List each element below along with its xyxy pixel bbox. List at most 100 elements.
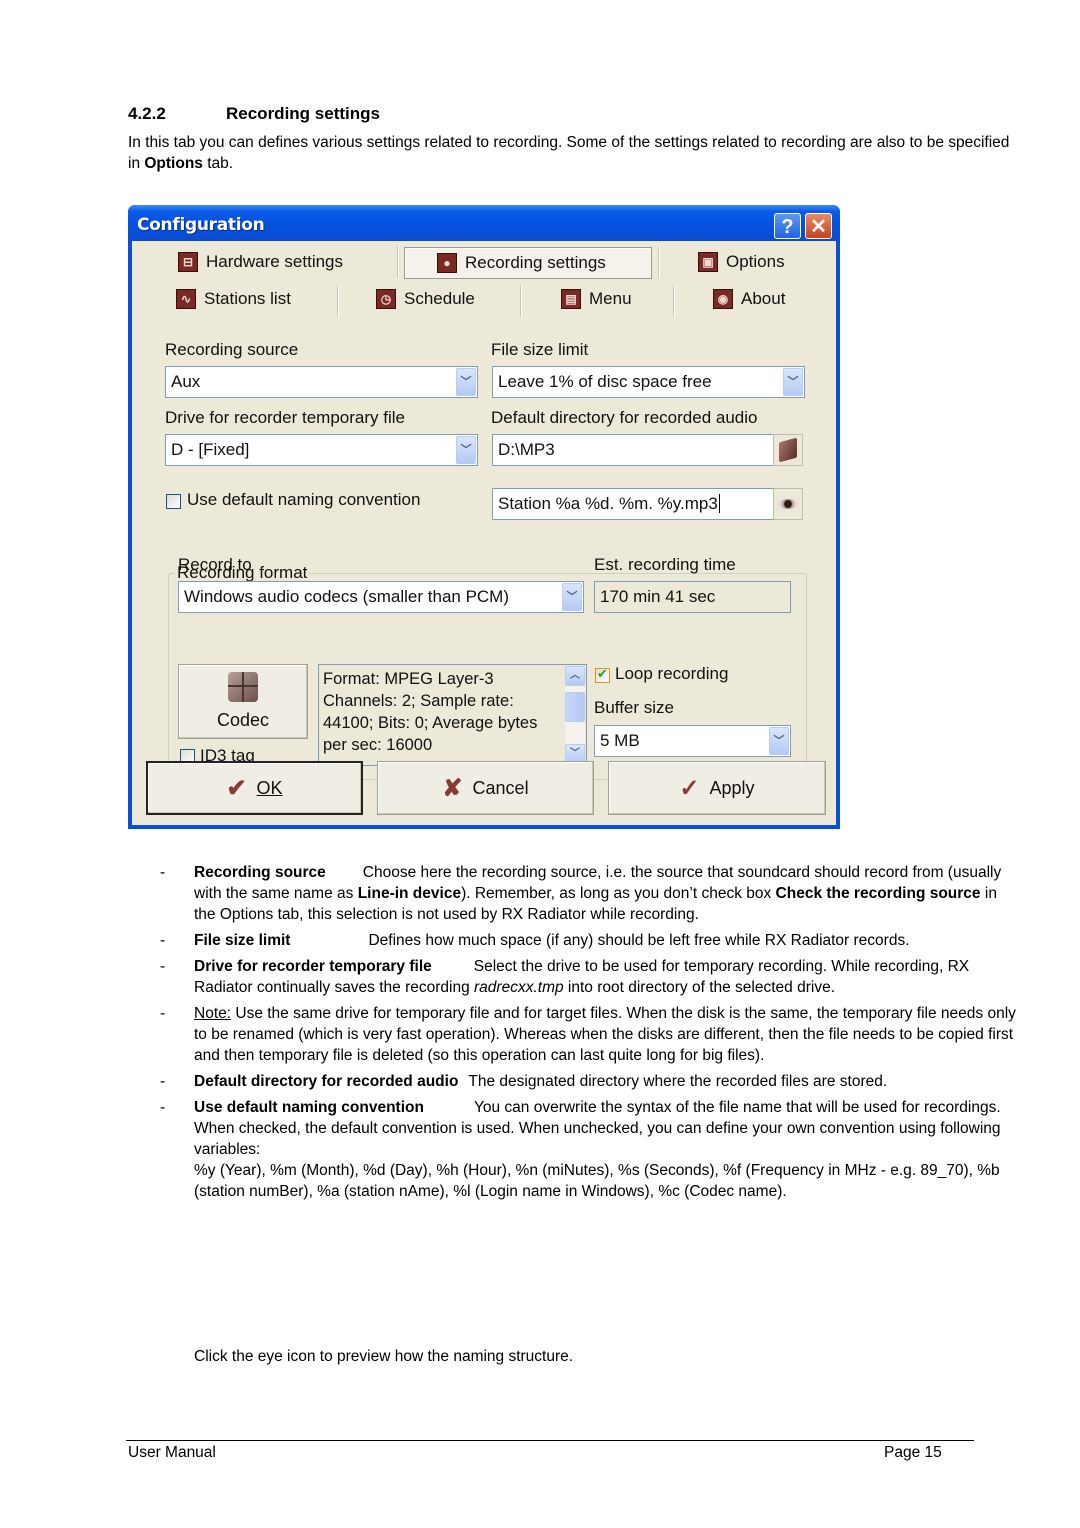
tab-label: Recording settings (465, 253, 606, 272)
naming-pattern-value: Station %a %d. %m. %y.mp3 (498, 494, 718, 513)
tab-divider (337, 285, 339, 317)
file-size-limit-value: Leave 1% of disc space free (498, 372, 712, 391)
item-text: Defines how much space (if any) should b… (368, 932, 910, 949)
tab-about[interactable]: ◉ About (713, 283, 785, 315)
tab-menu[interactable]: ▤ Menu (561, 283, 632, 315)
record-to-label: Record to (178, 555, 252, 574)
tab-label: Schedule (404, 289, 475, 308)
double-check-icon: ✔ (226, 774, 247, 802)
naming-convention-checkbox[interactable] (166, 494, 181, 509)
tab-hardware-settings[interactable]: ⊟ Hardware settings (178, 246, 343, 278)
intro-text: In this tab you can defines various sett… (128, 134, 1010, 172)
tab-label: Stations list (204, 289, 291, 308)
footer-title: User Manual (128, 1444, 216, 1461)
recording-source-select[interactable]: Aux ﹀ (165, 366, 478, 398)
item-text: into root directory of the selected driv… (563, 979, 835, 996)
codec-label: Codec (216, 710, 270, 730)
preview-eye-button[interactable] (773, 488, 803, 520)
loop-recording-label: Loop recording (615, 664, 729, 683)
folder-icon (779, 437, 797, 463)
page-number: Page 15 (884, 1444, 942, 1461)
item-italic: radrecxx.tmp (474, 979, 564, 996)
record-to-select[interactable]: Windows audio codecs (smaller than PCM) … (178, 581, 584, 613)
section-number: 4.2.2 (128, 104, 166, 123)
codec-button[interactable]: Codec (178, 664, 308, 739)
item-term: Use default naming convention (194, 1099, 424, 1116)
chevron-down-icon[interactable]: ﹀ (456, 368, 476, 396)
item-bold: Line-in device (357, 885, 462, 902)
loop-recording-checkbox[interactable] (595, 666, 610, 683)
chevron-down-icon[interactable]: ﹀ (562, 583, 582, 611)
list-item: - Drive for recorder temporary file Selec… (160, 958, 970, 996)
tab-divider (658, 246, 660, 278)
section-title: Recording settings (226, 104, 380, 123)
item-term: File size limit (194, 932, 291, 949)
tab-recording-settings[interactable]: ● Recording settings (404, 247, 652, 279)
est-time-value: 170 min 41 sec (600, 587, 716, 606)
scroll-thumb[interactable] (565, 692, 585, 722)
item-text: Use the same drive for temporary file an… (194, 1005, 1016, 1064)
naming-pattern-input[interactable]: Station %a %d. %m. %y.mp3 (492, 488, 774, 520)
waveform-icon: ∿ (176, 289, 196, 309)
temp-drive-select[interactable]: D - [Fixed] ﹀ (165, 434, 478, 466)
intro-paragraph: In this tab you can defines various sett… (128, 132, 1018, 174)
recording-source-label: Recording source (165, 340, 299, 359)
list-item: - Note: Use the same drive for temporary… (160, 1005, 1016, 1064)
file-size-limit-select[interactable]: Leave 1% of disc space free ﹀ (492, 366, 805, 398)
item-term: Default directory for recorded audio (194, 1073, 459, 1090)
help-button[interactable]: ? (774, 213, 801, 239)
radio-icon: ◉ (713, 289, 733, 309)
hardware-icon: ⊟ (178, 252, 198, 272)
chevron-down-icon[interactable]: ﹀ (456, 436, 476, 464)
item-term: Drive for recorder temporary file (194, 958, 432, 975)
tab-label: Hardware settings (206, 252, 344, 271)
intro-bold: Options (144, 155, 203, 172)
naming-variables: %y (Year), %m (Month), %d (Day), %h (Hou… (194, 1162, 1000, 1200)
computer-icon: ▣ (698, 252, 718, 272)
naming-convention-label: Use default naming convention (187, 490, 421, 509)
codec-info-box[interactable]: Format: MPEG Layer-3 Channels: 2; Sample… (318, 664, 587, 766)
browse-folder-button[interactable] (773, 434, 803, 466)
buffer-size-value: 5 MB (600, 731, 640, 750)
temp-drive-label: Drive for recorder temporary file (165, 408, 405, 427)
tab-label: About (741, 289, 786, 308)
check-icon: ✓ (679, 774, 700, 802)
tab-options[interactable]: ▣ Options (698, 246, 785, 278)
temp-drive-value: D - [Fixed] (171, 440, 250, 459)
dialog-body: ⊟ Hardware settings ● Recording settings ▣… (132, 241, 836, 825)
item-bold: Check the recording source (775, 885, 981, 902)
ok-label: OK (256, 777, 283, 798)
codec-info-text: Format: MPEG Layer-3 Channels: 2; Sample… (323, 670, 538, 754)
buffer-size-label: Buffer size (594, 698, 675, 717)
settings-description-list: - Recording source Choose here the record… (160, 862, 1020, 1207)
tab-divider (397, 246, 399, 278)
ok-button[interactable]: ✔ OK (146, 761, 363, 815)
record-to-value: Windows audio codecs (smaller than PCM) (184, 587, 510, 606)
cancel-label: Cancel (472, 777, 529, 798)
cancel-button[interactable]: ✘ Cancel (377, 761, 594, 815)
menu-icon: ▤ (561, 289, 581, 309)
default-dir-label: Default directory for recorded audio (491, 408, 758, 427)
chevron-down-icon[interactable]: ﹀ (769, 727, 789, 755)
title-bar[interactable]: Configuration ? ✕ (128, 205, 840, 241)
configuration-window: Configuration ? ✕ ⊟ Hardware settings ● Re… (128, 205, 840, 829)
codec-info-scrollbar[interactable]: ︿ ﹀ (565, 666, 585, 764)
default-dir-input[interactable]: D:\MP3 (492, 434, 774, 466)
buffer-size-select[interactable]: 5 MB ﹀ (594, 725, 791, 757)
text-cursor (718, 494, 720, 513)
apply-label: Apply (709, 777, 755, 798)
list-item: - File size limit Defines how much space … (160, 932, 910, 949)
tab-label: Menu (589, 289, 632, 308)
item-term: Recording source (194, 864, 326, 881)
est-time-label: Est. recording time (594, 555, 736, 574)
close-button[interactable]: ✕ (805, 213, 832, 239)
footer-divider (126, 1440, 974, 1441)
chevron-down-icon[interactable]: ﹀ (783, 368, 803, 396)
window-title: Configuration (137, 215, 265, 235)
scroll-up-icon[interactable]: ︿ (565, 666, 585, 686)
cross-icon: ✘ (442, 774, 463, 802)
tab-schedule[interactable]: ◷ Schedule (376, 283, 475, 315)
tab-stations-list[interactable]: ∿ Stations list (176, 283, 291, 315)
tab-divider (520, 285, 522, 317)
apply-button[interactable]: ✓ Apply (608, 761, 826, 815)
